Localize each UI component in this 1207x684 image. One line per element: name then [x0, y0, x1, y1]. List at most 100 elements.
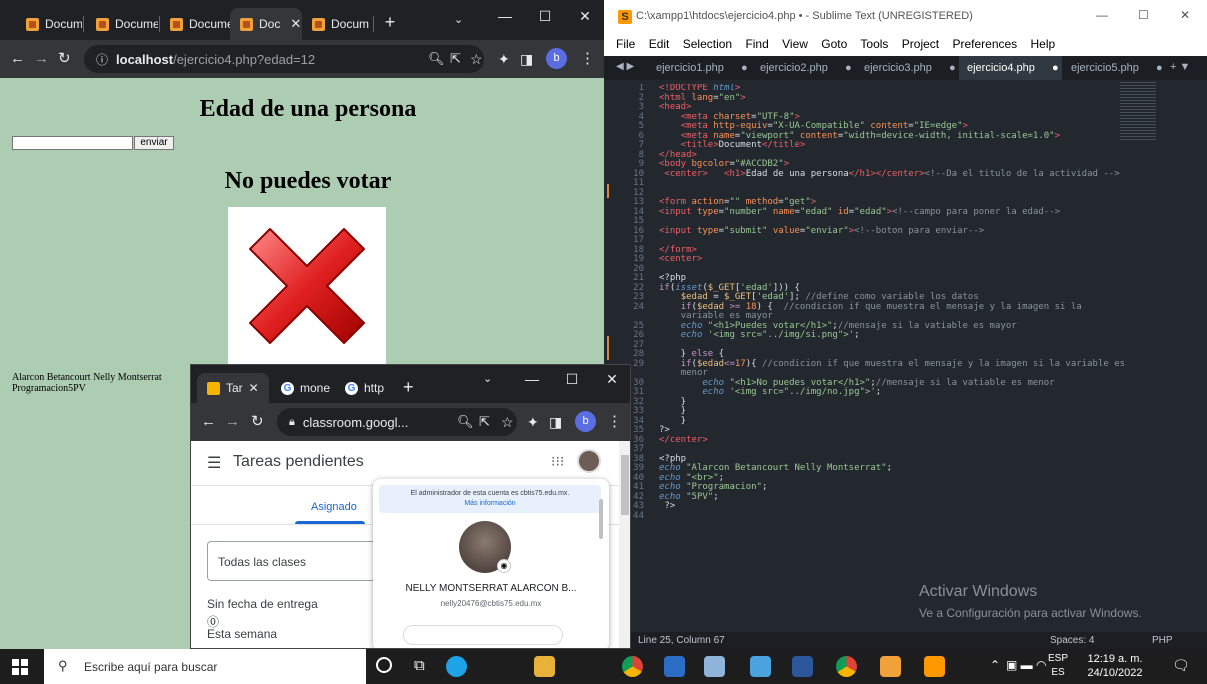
chrome-icon-2[interactable] [836, 656, 857, 677]
tab-nav-icon[interactable]: ◀ ▶ [616, 61, 634, 72]
new-tab-icon[interactable]: + [403, 377, 414, 397]
forward-icon[interactable]: → [225, 412, 240, 432]
tab-http[interactable]: Ghttp [335, 373, 395, 403]
menu-project[interactable]: Project [902, 37, 939, 51]
avatar[interactable] [577, 449, 601, 473]
menu-view[interactable]: View [782, 37, 808, 51]
chevron-down-icon[interactable]: ⌄ [454, 10, 463, 30]
clock[interactable]: 12:19 a. m. 24/10/2022 [1080, 652, 1150, 680]
word-icon[interactable] [792, 656, 813, 677]
tab-4-active[interactable]: Doc ✕ [230, 8, 302, 40]
back-icon[interactable]: ← [201, 412, 216, 432]
menu-file[interactable]: File [616, 37, 635, 51]
syntax-setting[interactable]: PHP [1152, 632, 1173, 649]
new-tab-icon[interactable]: + [380, 12, 400, 32]
maximize-icon[interactable]: ☐ [557, 371, 587, 388]
xampp-icon[interactable] [880, 656, 901, 677]
chrome-icon[interactable] [622, 656, 643, 677]
tab-ejercicio1[interactable]: ejercicio1.php ● [648, 56, 751, 80]
tab-mone[interactable]: Gmone [271, 373, 333, 403]
sidepanel-icon[interactable]: ◨ [549, 412, 562, 432]
notifications-icon[interactable]: 🗨︎ [1172, 657, 1190, 674]
maximize-icon[interactable]: ☐ [530, 8, 560, 25]
maximize-icon[interactable]: ☐ [1138, 8, 1149, 22]
more-info-link[interactable]: Más información [379, 499, 601, 509]
info-icon: ⓘ [96, 52, 109, 67]
menu-find[interactable]: Find [745, 37, 768, 51]
sublime-taskbar-icon[interactable] [924, 656, 945, 677]
tab-5[interactable]: Docum [302, 8, 372, 40]
zoom-icon[interactable]: 🔍︎ [457, 412, 474, 432]
camera-icon[interactable]: ◉ [497, 559, 511, 573]
cortana-icon[interactable] [376, 657, 392, 673]
menu-dots-icon[interactable]: ⋮ [580, 49, 595, 69]
close-window-icon[interactable]: ✕ [570, 8, 600, 25]
profile-avatar[interactable]: b [546, 48, 567, 69]
minimize-icon[interactable]: — [490, 8, 520, 24]
tab-assigned[interactable]: Asignado [311, 501, 357, 513]
send-button[interactable]: enviar [134, 136, 174, 150]
close-window-icon[interactable]: ✕ [1180, 8, 1190, 22]
back-icon[interactable]: ← [10, 49, 25, 69]
sublime-logo-icon: S [618, 10, 632, 24]
section-this-week[interactable]: Esta semana [207, 627, 277, 641]
tab-2[interactable]: Docume [86, 8, 158, 40]
3d-box-icon[interactable] [750, 656, 771, 677]
language-indicator[interactable]: ESP ES [1048, 652, 1068, 680]
manage-account-button[interactable] [403, 625, 563, 645]
close-window-icon[interactable]: ✕ [597, 371, 627, 388]
bookmark-star-icon[interactable]: ☆ [501, 412, 514, 432]
age-input[interactable] [12, 136, 133, 150]
menu-help[interactable]: Help [1031, 37, 1056, 51]
menu-tools[interactable]: Tools [860, 37, 888, 51]
tab-3[interactable]: Docume [160, 8, 230, 40]
tab-ejercicio3[interactable]: ejercicio3.php ● [856, 56, 959, 80]
file-explorer-icon[interactable] [534, 656, 555, 677]
zoom-icon[interactable]: 🔍︎ [428, 49, 445, 69]
paint-icon[interactable] [704, 656, 725, 677]
reload-icon[interactable]: ↻ [58, 49, 71, 69]
add-tab-icon[interactable]: + ▼ [1170, 61, 1190, 73]
extensions-icon[interactable]: ✦ [498, 49, 510, 69]
chevron-down-icon[interactable]: ⌄ [483, 369, 492, 389]
apps-grid-icon[interactable]: ⁝⁝⁝ [551, 453, 564, 470]
share-icon[interactable]: ⇱ [479, 412, 490, 432]
scrollbar[interactable] [619, 441, 630, 648]
tab-1[interactable]: Docume [16, 8, 82, 40]
indent-setting[interactable]: Spaces: 4 [1050, 632, 1094, 649]
hamburger-menu-icon[interactable]: ☰ [207, 453, 221, 473]
minimap[interactable] [1120, 82, 1156, 142]
close-icon[interactable]: ✕ [290, 16, 301, 32]
reload-icon[interactable]: ↻ [251, 412, 264, 432]
menu-goto[interactable]: Goto [821, 37, 847, 51]
tray-icons[interactable]: ▣ ▬ ◠ [1006, 658, 1046, 672]
extensions-icon[interactable]: ✦ [527, 412, 539, 432]
task-view-icon[interactable]: ⧉ [414, 657, 425, 674]
status-bar: Line 25, Column 67 Spaces: 4 PHP [604, 632, 1207, 649]
forward-icon[interactable]: → [34, 49, 49, 69]
tab-tareas[interactable]: Tar ✕ [197, 373, 269, 403]
share-icon[interactable]: ⇱ [450, 49, 461, 69]
menu-edit[interactable]: Edit [649, 37, 670, 51]
search-box[interactable]: ⚲ Escribe aquí para buscar [44, 649, 366, 684]
menu-selection[interactable]: Selection [683, 37, 732, 51]
profile-avatar[interactable]: b [575, 411, 596, 432]
menu-dots-icon[interactable]: ⋮ [607, 412, 622, 432]
tab-ejercicio5[interactable]: ejercicio5.php ● [1063, 56, 1166, 80]
tray-chevron-icon[interactable]: ⌃ [990, 658, 1000, 672]
menu-preferences[interactable]: Preferences [952, 37, 1017, 51]
class-filter-select[interactable]: Todas las clases [207, 541, 387, 581]
close-icon[interactable]: ✕ [249, 381, 259, 395]
tab-ejercicio2[interactable]: ejercicio2.php ● [752, 56, 855, 80]
edge-icon[interactable] [446, 656, 467, 677]
minimize-icon[interactable]: — [1096, 8, 1108, 22]
sidepanel-icon[interactable]: ◨ [520, 49, 533, 69]
section-no-due-date[interactable]: Sin fecha de entrega [207, 597, 318, 611]
app-icon[interactable] [664, 656, 685, 677]
bookmark-star-icon[interactable]: ☆ [470, 49, 483, 69]
tab-ejercicio4-active[interactable]: ejercicio4.php ● [959, 56, 1062, 80]
windows-start-icon[interactable] [12, 659, 28, 675]
minimize-icon[interactable]: — [517, 371, 547, 387]
address-bar[interactable]: ⓘ localhost/ejercicio4.php?edad=12 [84, 45, 484, 73]
code-editor[interactable]: 1 2 3 4 5 6 7 8 9 10 11 12 13 14 15 16 17 18 19 20 21 22 23 24 2… [604, 84, 1204, 634]
